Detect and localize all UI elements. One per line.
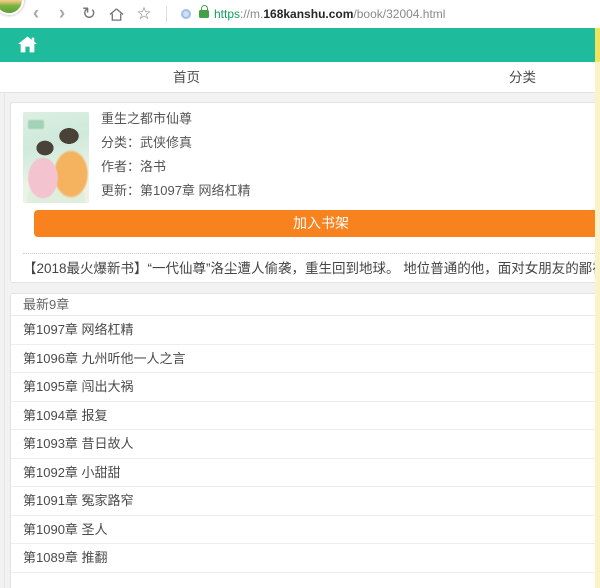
book-info-card: 重生之都市仙尊 分类：武侠修真 作者：洛书 更新：第1097章 网络杠精 加入书… bbox=[10, 102, 600, 283]
chapter-item[interactable]: 第1091章 冤家路窄 bbox=[11, 487, 600, 516]
browser-profile-avatar[interactable] bbox=[0, 0, 24, 15]
book-update-line: 更新：第1097章 网络杠精 bbox=[101, 179, 251, 203]
refresh-icon[interactable]: ↻ bbox=[79, 0, 99, 28]
url-domain: 168kanshu.com bbox=[263, 7, 353, 21]
author-label: 作者： bbox=[101, 159, 140, 174]
site-header bbox=[0, 28, 600, 62]
chapter-list-header: 最新9章 bbox=[11, 294, 600, 316]
category-value: 武侠修真 bbox=[140, 135, 192, 150]
chapter-item[interactable]: 第1092章 小甜甜 bbox=[11, 459, 600, 488]
forward-icon[interactable]: › bbox=[53, 0, 71, 28]
content-left-edge bbox=[4, 93, 5, 588]
add-to-shelf-button[interactable]: 加入书架 bbox=[34, 210, 600, 237]
author-value: 洛书 bbox=[140, 159, 166, 174]
url-scheme: https bbox=[214, 7, 240, 21]
chapter-item[interactable]: 第1089章 推翻 bbox=[11, 544, 600, 573]
chapter-list-card: 最新9章 第1097章 网络杠精 第1096章 九州听他一人之言 第1095章 … bbox=[10, 293, 600, 588]
back-icon[interactable]: ‹ bbox=[27, 0, 45, 28]
chapter-item[interactable]: 第1093章 昔日故人 bbox=[11, 430, 600, 459]
url-after-scheme: ://m. bbox=[240, 7, 263, 21]
book-cover-image bbox=[23, 112, 89, 203]
book-meta: 重生之都市仙尊 分类：武侠修真 作者：洛书 更新：第1097章 网络杠精 bbox=[101, 107, 251, 203]
update-value[interactable]: 第1097章 网络杠精 bbox=[140, 183, 251, 198]
screenshot-root: ‹ › ↻ ☆ https://m.168kanshu.com/book/320… bbox=[0, 0, 600, 588]
secure-lock-icon[interactable] bbox=[199, 10, 209, 18]
top-nav: 首页 分类 bbox=[0, 62, 600, 93]
toolbar-separator bbox=[166, 6, 167, 22]
right-edge-strip bbox=[595, 28, 600, 588]
book-category-line: 分类：武侠修真 bbox=[101, 131, 251, 155]
nav-item-category[interactable]: 分类 bbox=[509, 62, 536, 93]
chapter-item[interactable]: 第1090章 圣人 bbox=[11, 516, 600, 545]
address-bar[interactable]: https://m.168kanshu.com/book/32004.html bbox=[214, 0, 445, 28]
update-label: 更新： bbox=[101, 183, 140, 198]
site-home-icon[interactable] bbox=[18, 36, 37, 54]
chapter-item[interactable]: 第1095章 闯出大祸 bbox=[11, 373, 600, 402]
nav-item-home[interactable]: 首页 bbox=[173, 62, 200, 93]
chapter-item[interactable]: 第1096章 九州听他一人之言 bbox=[11, 345, 600, 374]
book-title: 重生之都市仙尊 bbox=[101, 107, 251, 131]
url-path: /book/32004.html bbox=[353, 7, 445, 21]
site-info-icon[interactable] bbox=[181, 9, 191, 19]
cover-watermark bbox=[28, 120, 44, 129]
dotted-divider bbox=[23, 253, 600, 254]
bookmark-star-icon[interactable]: ☆ bbox=[134, 0, 154, 28]
book-author-line: 作者：洛书 bbox=[101, 155, 251, 179]
chapter-item[interactable]: 第1097章 网络杠精 bbox=[11, 316, 600, 345]
browser-toolbar: ‹ › ↻ ☆ https://m.168kanshu.com/book/320… bbox=[0, 0, 600, 28]
category-label: 分类： bbox=[101, 135, 140, 150]
home-icon[interactable] bbox=[106, 0, 126, 28]
chapter-item[interactable]: 第1094章 报复 bbox=[11, 402, 600, 431]
book-description: 【2018最火爆新书】“一代仙尊”洛尘遭人偷袭，重生回到地球。 地位普通的他，面… bbox=[23, 259, 600, 279]
